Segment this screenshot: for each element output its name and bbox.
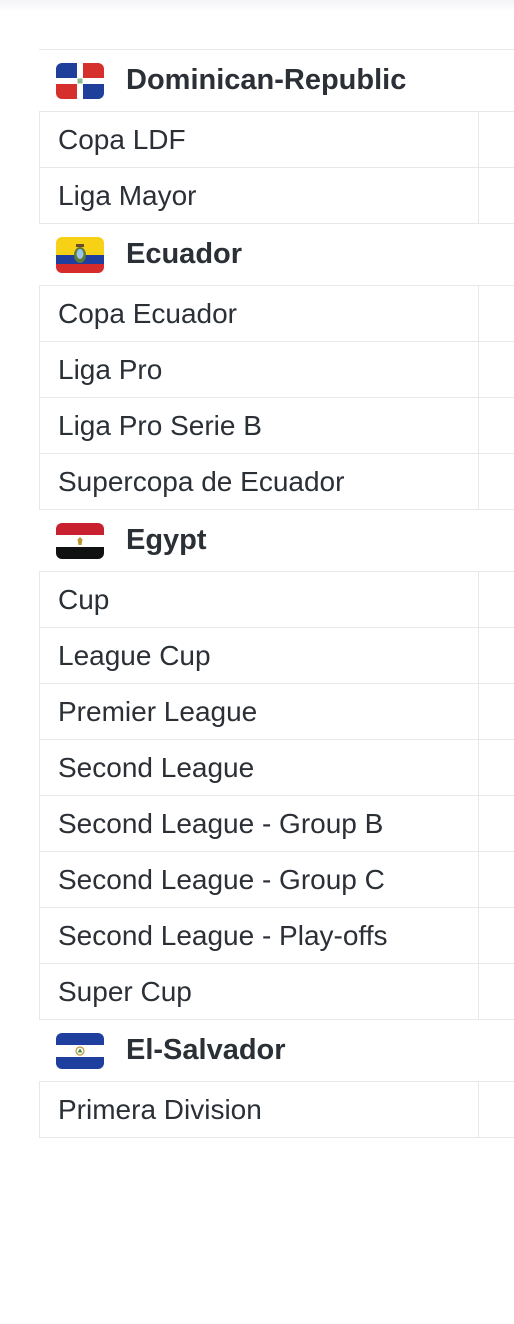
league-name: Second League [40,740,479,795]
league-row[interactable]: Liga Mayor [39,168,514,224]
country-name: Dominican-Republic [126,64,407,96]
country-name: Ecuador [126,238,243,270]
league-row[interactable]: Liga Pro [39,342,514,398]
league-name: Liga Pro Serie B [40,398,479,453]
league-row[interactable]: Premier League [39,684,514,740]
league-row-extra [479,286,514,341]
ecuador-flag-icon [56,236,104,273]
el-salvador-flag-icon [56,1032,104,1069]
league-name: Second League - Play-offs [40,908,479,963]
league-name: Copa Ecuador [40,286,479,341]
league-row-extra [479,1082,514,1137]
league-row-extra [479,112,514,167]
league-name: Liga Mayor [40,168,479,223]
league-row-extra [479,908,514,963]
league-row-extra [479,628,514,683]
league-row[interactable]: Second League - Group B [39,796,514,852]
top-bar [0,0,514,12]
league-name: Super Cup [40,964,479,1019]
league-row[interactable]: Second League - Play-offs [39,908,514,964]
league-row[interactable]: Copa Ecuador [39,286,514,342]
league-row[interactable]: Second League - Group C [39,852,514,908]
league-row[interactable]: Copa LDF [39,112,514,168]
league-name: Copa LDF [40,112,479,167]
egypt-flag-icon [56,522,104,559]
league-row-extra [479,964,514,1019]
league-row-extra [479,740,514,795]
country-league-list: Dominican-Republic Copa LDF Liga Mayor E… [39,49,514,1138]
league-row-extra [479,454,514,509]
league-name: League Cup [40,628,479,683]
league-name: Cup [40,572,479,627]
league-row-extra [479,852,514,907]
league-name: Second League - Group C [40,852,479,907]
country-header-el-salvador[interactable]: El-Salvador [39,1020,514,1082]
league-row[interactable]: League Cup [39,628,514,684]
league-row-extra [479,168,514,223]
league-name: Premier League [40,684,479,739]
league-row-extra [479,796,514,851]
country-header-ecuador[interactable]: Ecuador [39,224,514,286]
league-row-extra [479,398,514,453]
league-row[interactable]: Super Cup [39,964,514,1020]
league-row-extra [479,572,514,627]
league-row[interactable]: Second League [39,740,514,796]
league-row[interactable]: Liga Pro Serie B [39,398,514,454]
league-row-extra [479,684,514,739]
country-name: El-Salvador [126,1034,286,1066]
dominican-republic-flag-icon [56,62,104,99]
league-name: Liga Pro [40,342,479,397]
league-name: Second League - Group B [40,796,479,851]
league-name: Primera Division [40,1082,479,1137]
country-header-egypt[interactable]: Egypt [39,510,514,572]
league-row[interactable]: Primera Division [39,1082,514,1138]
league-row-extra [479,342,514,397]
league-name: Supercopa de Ecuador [40,454,479,509]
country-name: Egypt [126,524,207,556]
country-header-dominican-republic[interactable]: Dominican-Republic [39,50,514,112]
league-row[interactable]: Cup [39,572,514,628]
league-row[interactable]: Supercopa de Ecuador [39,454,514,510]
